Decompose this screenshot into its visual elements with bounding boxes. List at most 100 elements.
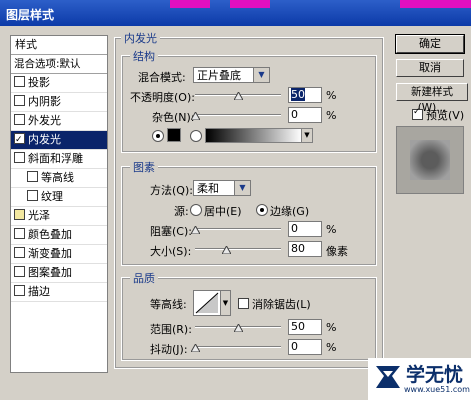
source-label: 源: [174,205,189,218]
contour-dropdown-icon[interactable]: ▼ [220,290,231,316]
watermark-logo: 学无忧 www.xue51.com [368,358,471,400]
source-center-option[interactable]: 居中(E) [190,203,242,219]
source-edge-option[interactable]: 边缘(G) [256,203,309,219]
cancel-button[interactable]: 取消 [396,59,464,77]
chevron-down-icon: ▼ [234,181,250,195]
watermark-url: www.xue51.com [404,385,470,394]
size-slider[interactable] [195,248,281,250]
style-item-checkbox[interactable] [14,114,25,125]
method-label: 方法(Q): [150,184,193,197]
style-item-checkbox[interactable] [14,247,25,258]
style-item-label: 颜色叠加 [28,228,72,241]
preview-thumbnail [410,140,450,180]
glow-color-swatch[interactable] [167,128,181,142]
method-select[interactable]: 柔和 ▼ [193,180,251,196]
style-item-checkbox[interactable] [14,76,25,87]
source-edge-radio[interactable] [256,204,268,216]
style-item-checkbox[interactable] [14,95,25,106]
style-item-label: 斜面和浮雕 [28,152,83,165]
jitter-slider-thumb[interactable] [191,344,200,352]
opacity-percent: % [326,89,337,102]
style-item[interactable]: 渐变叠加 [11,245,107,264]
new-style-button[interactable]: 新建样式(W)... [396,83,468,114]
inner-glow-title: 内发光 [121,30,160,46]
window-title: 图层样式 [6,8,55,22]
gradient-picker[interactable] [205,128,303,143]
logo-mark-icon [376,366,400,388]
blend-mode-select[interactable]: 正片叠底 ▼ [193,67,270,83]
style-item[interactable]: 斜面和浮雕 [11,150,107,169]
style-item-label: 渐变叠加 [28,247,72,260]
source-center-radio[interactable] [190,204,202,216]
antialias-checkbox[interactable] [238,298,249,309]
contour-label: 等高线: [150,298,187,311]
title-bar: 图层样式 [0,0,471,26]
style-item-checkbox[interactable] [14,209,25,220]
opacity-slider-thumb[interactable] [234,92,243,100]
noise-input[interactable]: 0 [288,107,322,123]
noise-slider-thumb[interactable] [191,112,200,120]
style-item[interactable]: 光泽 [11,207,107,226]
choke-input[interactable]: 0 [288,221,322,237]
method-value: 柔和 [197,182,219,195]
jitter-input[interactable]: 0 [288,339,322,355]
noise-slider[interactable] [195,114,281,116]
title-color-strip [170,0,210,8]
style-item-checkbox[interactable] [14,285,25,296]
style-item[interactable]: 纹理 [11,188,107,207]
structure-title: 结构 [130,48,158,64]
style-item-checkbox[interactable] [27,171,38,182]
style-item-checkbox[interactable] [14,228,25,239]
style-item[interactable]: 等高线 [11,169,107,188]
style-item-label: 等高线 [41,171,74,184]
style-item-label: 内阴影 [28,95,61,108]
opacity-label: 不透明度(O): [130,91,195,104]
style-item[interactable]: 内发光 [11,131,107,150]
choke-percent: % [326,223,337,236]
style-item[interactable]: 外发光 [11,112,107,131]
size-label: 大小(S): [150,245,192,258]
size-slider-thumb[interactable] [222,246,231,254]
styles-header[interactable]: 样式 [11,36,107,55]
noise-percent: % [326,109,337,122]
range-slider-thumb[interactable] [234,324,243,332]
style-item-checkbox[interactable] [27,190,38,201]
style-item[interactable]: 颜色叠加 [11,226,107,245]
style-item[interactable]: 描边 [11,283,107,302]
style-item-checkbox[interactable] [14,266,25,277]
choke-slider[interactable] [195,228,281,230]
contour-picker[interactable] [193,290,221,316]
jitter-slider[interactable] [195,346,281,348]
ok-button[interactable]: 确定 [395,34,465,54]
style-item-checkbox[interactable] [14,152,25,163]
range-input[interactable]: 50 [288,319,322,335]
preview-checkbox[interactable] [412,107,423,120]
style-item-checkbox[interactable] [14,131,25,149]
gradient-dropdown-icon[interactable]: ▼ [301,128,313,143]
preview-option[interactable]: 预览(V) [412,107,464,123]
title-color-strip [400,0,471,8]
blend-options-item[interactable]: 混合选项:默认 [11,55,107,74]
choke-label: 阻塞(C): [150,225,192,238]
jitter-percent: % [326,341,337,354]
blend-mode-label: 混合模式: [138,71,186,84]
style-preview [396,126,464,194]
opacity-input[interactable]: 50 [288,87,322,103]
gradient-radio[interactable] [190,130,202,142]
style-item[interactable]: 内阴影 [11,93,107,112]
color-radio[interactable] [152,130,164,142]
size-unit: 像素 [326,245,348,258]
range-percent: % [326,321,337,334]
choke-slider-thumb[interactable] [191,226,200,234]
title-color-strip [230,0,270,8]
style-item[interactable]: 投影 [11,74,107,93]
noise-label: 杂色(N): [152,111,195,124]
elements-title: 图素 [130,159,158,175]
chevron-down-icon: ▼ [253,68,269,82]
style-item-label: 纹理 [41,190,63,203]
antialias-option[interactable]: 消除锯齿(L) [238,296,311,312]
layer-style-dialog: 样式 混合选项:默认 投影内阴影外发光内发光斜面和浮雕等高线纹理光泽颜色叠加渐变… [0,26,471,400]
contour-curve-icon [195,292,219,314]
size-input[interactable]: 80 [288,241,322,257]
style-item[interactable]: 图案叠加 [11,264,107,283]
